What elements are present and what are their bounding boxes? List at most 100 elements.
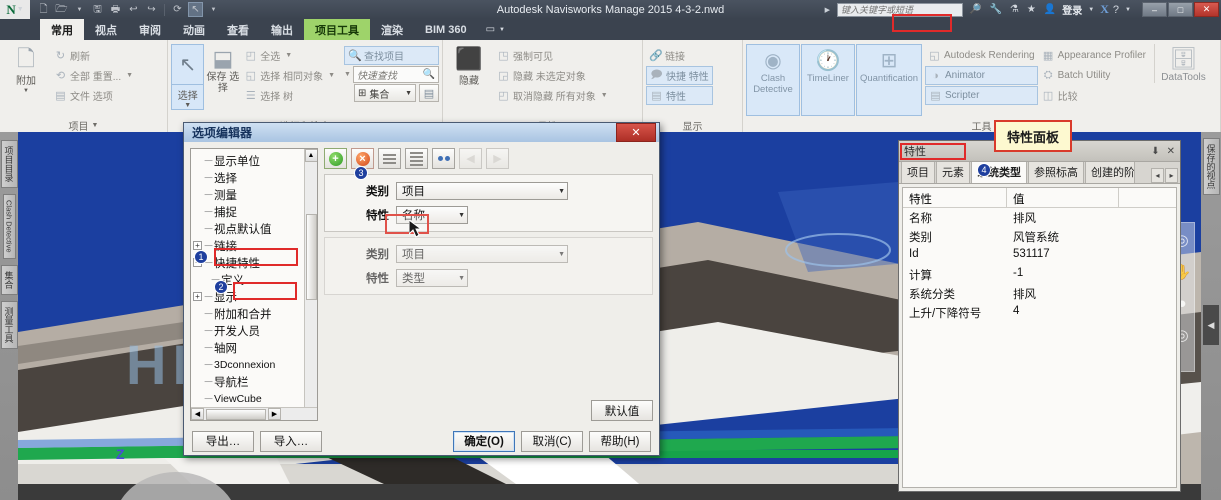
select-dropdown-icon[interactable]: ▼ [178, 102, 198, 109]
scroll-left-icon[interactable]: ◀ [191, 408, 204, 420]
refresh-icon[interactable]: ⟳ [170, 2, 185, 17]
scripter-button[interactable]: ▤ Scripter [925, 86, 1038, 105]
chevron-down-icon[interactable]: ▼ [454, 212, 465, 219]
project-group-expand-icon[interactable]: ▼ [92, 122, 99, 129]
ribbon-display-dropdown-icon[interactable]: ▼ [499, 27, 505, 33]
tab-shuchu[interactable]: 输出 [260, 19, 304, 40]
tab-project[interactable]: 项目 [901, 160, 935, 183]
add-definition-button[interactable]: + [324, 148, 347, 169]
auto-hide-icon[interactable]: ⬇ [1151, 146, 1159, 157]
scroll-thumb-h[interactable] [206, 408, 266, 420]
tree-item-selection[interactable]: ─ 选择 [193, 169, 304, 186]
tree-item-links[interactable]: + ─ 链接 [193, 237, 304, 254]
quantification-button[interactable]: ⊞ Quantification [856, 44, 922, 116]
tab-prev-icon[interactable]: ◂ [1151, 168, 1164, 183]
unhide-all-dropdown-icon[interactable]: ▼ [601, 92, 608, 99]
sets-manage-button[interactable]: ▤ [419, 84, 439, 102]
cancel-button[interactable]: 取消(C) [521, 430, 583, 452]
table-row[interactable]: 类别 风管系统 [903, 227, 1176, 246]
import-button[interactable]: 导入… [260, 430, 322, 452]
close-icon[interactable]: ✕ [1167, 146, 1175, 157]
export-button[interactable]: 导出… [192, 430, 254, 452]
search-expand-icon[interactable]: ▶ [825, 6, 830, 14]
tab-created-phase[interactable]: 创建的阶 [1085, 160, 1135, 183]
undo-icon[interactable]: ↩ [126, 2, 141, 17]
chevron-down-icon[interactable]: ▼ [554, 251, 565, 258]
print-icon[interactable]: 🖶 [108, 2, 123, 17]
properties-button[interactable]: ▤ 特性 [646, 86, 713, 105]
autodesk-exchange-icon[interactable]: X [1100, 2, 1109, 17]
tab-donghua[interactable]: 动画 [172, 19, 216, 40]
select-all-dropdown-icon[interactable]: ▼ [285, 52, 292, 59]
hide-unselected-button[interactable]: ◲ 隐藏 未选定对象 [494, 66, 611, 85]
quick-find-search-icon[interactable]: 🔍 [422, 69, 434, 80]
sidebar-item-project-browser[interactable]: 项目目录 [0, 140, 18, 188]
expand-icon[interactable]: + [193, 241, 202, 250]
scroll-right-icon[interactable]: ▶ [268, 408, 281, 420]
tab-element[interactable]: 元素 [936, 160, 970, 183]
tab-reference-level[interactable]: 参照标高 [1028, 160, 1084, 183]
wrench-icon[interactable]: 🔧 [987, 4, 1003, 15]
tab-changyong[interactable]: 常用 [40, 19, 84, 40]
tree-item-append-merge[interactable]: ─ 附加和合并 [193, 305, 304, 322]
tab-shenyue[interactable]: 审阅 [128, 19, 172, 40]
close-button[interactable]: ✕ [1194, 2, 1219, 17]
quick-find-dropdown-icon[interactable]: ▼ [344, 71, 351, 78]
scroll-thumb[interactable] [305, 214, 317, 300]
clash-detective-button[interactable]: ◉ Clash Detective [746, 44, 800, 116]
tree-item-display-units[interactable]: ─ 显示单位 [193, 152, 304, 169]
move-down-button[interactable]: ▶ [486, 148, 509, 169]
maximize-button[interactable]: □ [1168, 2, 1193, 17]
user-account-icon[interactable]: 👤 [1042, 4, 1058, 15]
tab-xuanran[interactable]: 渲染 [370, 19, 414, 40]
tree-vertical-scrollbar[interactable]: ▲ [304, 149, 317, 407]
append-dropdown-icon[interactable]: ▼ [23, 88, 29, 94]
sidebar-item-sets[interactable]: 集合 [0, 264, 18, 295]
tree-item-quick-properties[interactable]: −─快捷特性 [193, 254, 304, 271]
file-options-button[interactable]: ▤ 文件 选项 [51, 86, 136, 105]
signin-dropdown-icon[interactable]: ▼ [1086, 7, 1096, 13]
append-button[interactable]: 🗋 附加 ▼ [3, 44, 49, 95]
pair-view-button[interactable] [432, 148, 455, 169]
ribbon-display-icon[interactable]: ▭ [486, 24, 495, 35]
tab-shidian[interactable]: 视点 [84, 19, 128, 40]
refresh-button[interactable]: ↻ 刷新 [51, 46, 136, 65]
select-button[interactable]: ↖ 选择 ▼ [171, 44, 205, 110]
tree-item-snapping[interactable]: ─ 捕捉 [193, 203, 304, 220]
favorites-star-icon[interactable]: ★ [1025, 4, 1038, 15]
category-select-1[interactable]: 项目 ▼ [396, 182, 568, 200]
chevron-down-icon[interactable]: ▼ [454, 275, 465, 282]
tab-bim360[interactable]: BIM 360 [414, 19, 478, 40]
appearance-profiler-button[interactable]: ▦ Appearance Profiler [1039, 46, 1149, 65]
save-file-icon[interactable]: 🖫 [90, 2, 105, 17]
sidebar-item-clash-detective[interactable]: Clash Detective [2, 194, 16, 259]
exchange-icon[interactable]: ⚗ [1008, 4, 1021, 15]
property-select-1[interactable]: 名称 ▼ [396, 206, 468, 224]
app-logo[interactable]: N ▼ [0, 0, 30, 19]
logo-dropdown-icon[interactable]: ▼ [17, 6, 24, 13]
help-dropdown-icon[interactable]: ▼ [1123, 7, 1133, 13]
find-items-button[interactable]: 🔍 查找项目 [344, 46, 439, 65]
tree-item-measure[interactable]: ─ 测量 [193, 186, 304, 203]
table-row[interactable]: Id 531117 [903, 246, 1176, 265]
sidebar-item-saved-viewpoints[interactable]: 保存的视点 [1202, 138, 1220, 195]
list-view-button[interactable] [378, 148, 401, 169]
select-same-dropdown-icon[interactable]: ▼ [328, 72, 335, 79]
quick-properties-button[interactable]: 🗩 快捷 特性 [646, 66, 713, 85]
sets-dropdown-icon[interactable]: ▼ [405, 90, 412, 97]
tree-item-navigation-bar[interactable]: ─ 导航栏 [193, 373, 304, 390]
detail-view-button[interactable] [405, 148, 428, 169]
move-up-button[interactable]: ◀ [459, 148, 482, 169]
reset-all-button[interactable]: ⟲ 全部 重置... ▼ [51, 66, 136, 85]
signin-button[interactable]: 登录 [1062, 2, 1082, 17]
reset-all-dropdown-icon[interactable]: ▼ [126, 72, 133, 79]
hide-button[interactable]: ⬛ 隐藏 [446, 44, 492, 88]
timeliner-button[interactable]: 🕐 TimeLiner [801, 44, 855, 116]
table-row[interactable]: 计算 -1 [903, 265, 1176, 284]
ok-button[interactable]: 确定(O) [453, 430, 515, 452]
table-row[interactable]: 名称 排风 [903, 208, 1176, 227]
select-same-button[interactable]: ◱ 选择 相同对象 ▼ [241, 66, 338, 85]
dialog-close-button[interactable]: ✕ [616, 123, 656, 142]
select-cursor-icon[interactable]: ↖ [188, 2, 203, 17]
tab-chakan[interactable]: 查看 [216, 19, 260, 40]
